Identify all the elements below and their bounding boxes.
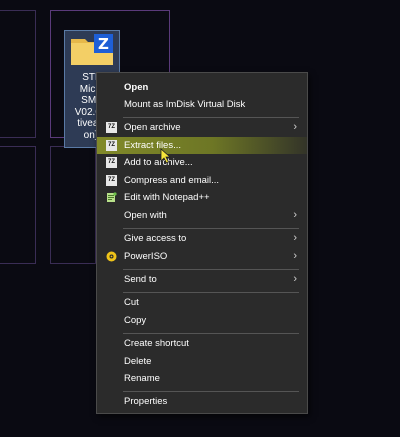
menu-item-open-archive[interactable]: 7Z Open archive › (97, 119, 307, 136)
menu-separator (123, 228, 299, 229)
notepad-icon (107, 192, 117, 202)
menu-item-compress-email[interactable]: 7Z Compress and email... (97, 172, 307, 189)
menu-separator (123, 292, 299, 293)
desktop-tile (50, 146, 96, 264)
chevron-right-icon: › (293, 209, 297, 221)
menu-separator (123, 391, 299, 392)
menu-item-open-with[interactable]: Open with › (97, 207, 307, 224)
menu-item-send-to[interactable]: Send to › (97, 271, 307, 288)
svg-text:Z: Z (98, 35, 109, 53)
menu-item-poweriso[interactable]: PowerISO › (97, 248, 307, 265)
folder-icon: Z (71, 34, 113, 65)
menu-item-extract-files[interactable]: 7Z Extract files... (97, 137, 307, 154)
desktop-tile (0, 10, 36, 138)
poweriso-icon (106, 251, 117, 262)
menu-separator (123, 269, 299, 270)
menu-item-add-to-archive[interactable]: 7Z Add to archive... (97, 154, 307, 171)
chevron-right-icon: › (293, 250, 297, 262)
chevron-right-icon: › (293, 273, 297, 285)
menu-item-rename[interactable]: Rename (97, 370, 307, 387)
7zip-icon: 7Z (106, 175, 117, 186)
7zip-icon: 7Z (106, 122, 117, 133)
chevron-right-icon: › (293, 121, 297, 133)
menu-item-edit-notepad[interactable]: Edit with Notepad++ (97, 189, 307, 206)
mouse-cursor-icon (160, 148, 172, 164)
menu-item-copy[interactable]: Copy (97, 312, 307, 329)
menu-item-properties[interactable]: Properties (97, 393, 307, 410)
menu-item-open[interactable]: Open (97, 79, 307, 96)
menu-item-give-access[interactable]: Give access to › (97, 230, 307, 247)
menu-item-mount-imdisk[interactable]: Mount as ImDisk Virtual Disk (97, 96, 307, 113)
menu-item-create-shortcut[interactable]: Create shortcut (97, 335, 307, 352)
chevron-right-icon: › (293, 232, 297, 244)
menu-item-cut[interactable]: Cut (97, 294, 307, 311)
menu-separator (123, 333, 299, 334)
menu-item-delete[interactable]: Delete (97, 353, 307, 370)
7zip-icon: 7Z (106, 140, 117, 151)
menu-separator (123, 117, 299, 118)
desktop-tile (0, 146, 36, 264)
7zip-icon: 7Z (106, 157, 117, 168)
context-menu: Open Mount as ImDisk Virtual Disk 7Z Ope… (96, 72, 308, 414)
